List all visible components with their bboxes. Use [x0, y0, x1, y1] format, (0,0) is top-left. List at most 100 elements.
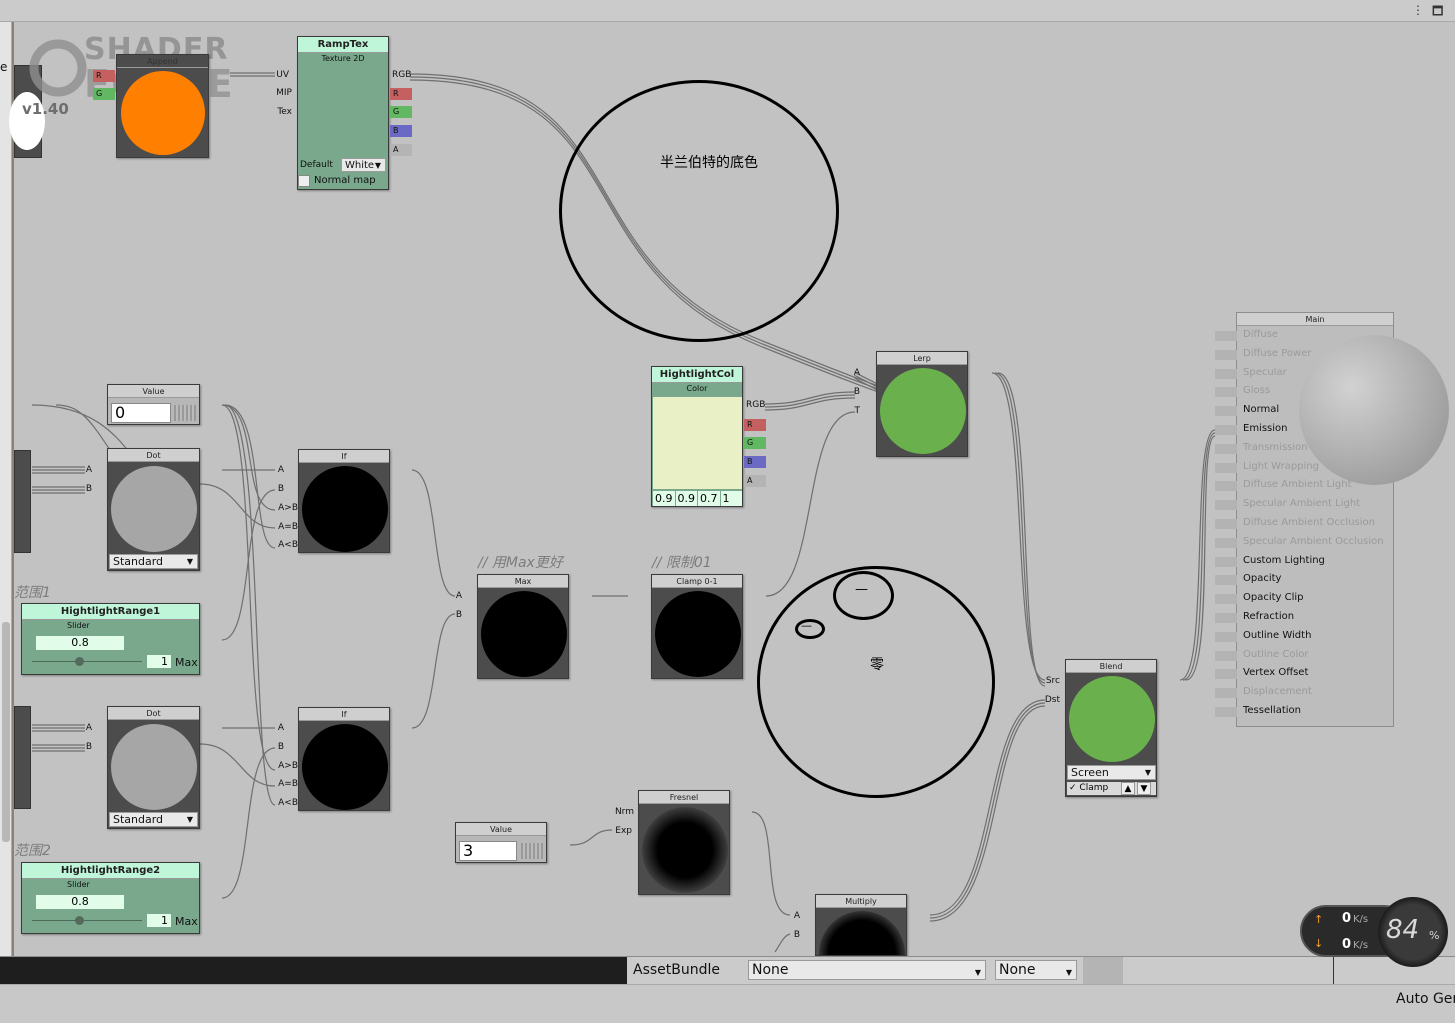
drag-handle-icon[interactable]	[174, 405, 196, 421]
main-input-port[interactable]	[1215, 462, 1237, 473]
slider-value-field[interactable]: 0.8	[36, 895, 124, 909]
main-input-label[interactable]: Diffuse	[1243, 329, 1278, 340]
main-input-label[interactable]: Diffuse Ambient Light	[1243, 479, 1352, 490]
main-input-port[interactable]	[1215, 349, 1237, 360]
main-input-port[interactable]	[1215, 331, 1237, 341]
slider-track[interactable]	[32, 661, 142, 662]
port-b[interactable]: B	[262, 484, 284, 494]
main-input-label[interactable]: Tessellation	[1243, 705, 1301, 716]
port-a[interactable]: A	[70, 465, 92, 475]
main-input-label[interactable]: Displacement	[1243, 686, 1312, 697]
port-mip[interactable]: MIP	[270, 88, 292, 98]
port-a-out[interactable]: A	[390, 144, 412, 156]
node-fresnel[interactable]: Fresnel	[638, 790, 730, 895]
node-value-1[interactable]: Value 0	[107, 384, 200, 425]
port-b[interactable]: B	[778, 930, 800, 940]
default-dropdown[interactable]: White ▼	[341, 158, 386, 172]
main-input-port[interactable]	[1215, 443, 1237, 454]
slider-track[interactable]	[32, 920, 142, 921]
node-range-1[interactable]: HightlightRange1 Slider 0.8 1 Max	[21, 603, 200, 675]
port-a[interactable]: A	[262, 465, 284, 475]
slider-thumb[interactable]	[75, 916, 84, 925]
main-input-port[interactable]	[1215, 650, 1237, 661]
port-rgb[interactable]: RGB	[746, 400, 765, 410]
port-a[interactable]: A	[262, 723, 284, 733]
slider-max-field[interactable]: 1	[147, 914, 171, 927]
node-clamp[interactable]: Clamp 0-1	[651, 574, 743, 679]
slider-thumb[interactable]	[75, 657, 84, 666]
node-if-2[interactable]: If	[298, 707, 390, 811]
port-a-out[interactable]: A	[744, 475, 766, 487]
main-input-port[interactable]	[1215, 406, 1237, 417]
port-a[interactable]: A	[440, 591, 462, 601]
main-input-label[interactable]: Vertex Offset	[1243, 667, 1308, 678]
main-input-label[interactable]: Specular	[1243, 367, 1287, 378]
main-input-label[interactable]: Refraction	[1243, 611, 1294, 622]
node-max[interactable]: Max	[477, 574, 569, 679]
port-a-gt-b[interactable]: A>B	[276, 761, 298, 771]
port-r[interactable]: R	[93, 70, 115, 82]
port-b[interactable]: B	[70, 742, 92, 752]
port-t[interactable]: T	[838, 406, 861, 416]
main-input-port[interactable]	[1215, 594, 1237, 605]
port-exp[interactable]: Exp	[610, 826, 632, 836]
port-a-lt-b[interactable]: A<B	[276, 540, 298, 550]
port-a-eq-b[interactable]: A=B	[276, 779, 298, 789]
main-input-label[interactable]: Opacity Clip	[1243, 592, 1304, 603]
main-input-port[interactable]	[1215, 688, 1237, 699]
port-rgb[interactable]: RGB	[392, 70, 411, 80]
port-a-eq-b[interactable]: A=B	[276, 522, 298, 532]
main-input-label[interactable]: Diffuse Ambient Occlusion	[1243, 517, 1375, 528]
port-b[interactable]: B	[262, 742, 284, 752]
main-input-port[interactable]	[1215, 631, 1237, 642]
main-input-port[interactable]	[1215, 575, 1237, 586]
value-input[interactable]: 3	[459, 841, 517, 861]
port-a-lt-b[interactable]: A<B	[276, 798, 298, 808]
value-input[interactable]: 0	[111, 403, 171, 423]
port-b-out[interactable]: B	[390, 125, 412, 137]
port-a-gt-b[interactable]: A>B	[276, 503, 298, 513]
main-input-port[interactable]	[1215, 387, 1237, 398]
port-src[interactable]: Src	[1038, 676, 1060, 686]
main-input-port[interactable]	[1215, 556, 1237, 567]
port-b-out[interactable]: B	[744, 456, 766, 468]
node-multiply[interactable]: Multiply	[815, 894, 907, 956]
arrow-up-icon[interactable]: ▲	[1121, 782, 1135, 795]
color-r-field[interactable]: 0.9	[653, 491, 675, 506]
port-a[interactable]: A	[838, 368, 860, 378]
port-dst[interactable]: Dst	[1038, 695, 1060, 705]
port-g-out[interactable]: G	[390, 106, 412, 118]
main-input-label[interactable]: Specular Ambient Light	[1243, 498, 1360, 509]
port-tex[interactable]: Tex	[270, 107, 292, 117]
assetbundle-dropdown[interactable]: None ▼	[748, 960, 986, 980]
main-input-label[interactable]: Custom Lighting	[1243, 555, 1325, 566]
blend-mode-dropdown[interactable]: Screen ▼	[1067, 765, 1156, 780]
port-uv[interactable]: UV	[267, 70, 289, 80]
node-lerp[interactable]: Lerp	[876, 351, 968, 457]
arrow-down-icon[interactable]: ▼	[1137, 782, 1151, 795]
slider-value-field[interactable]: 0.8	[36, 636, 124, 650]
main-input-label[interactable]: Opacity	[1243, 573, 1281, 584]
main-input-port[interactable]	[1215, 368, 1237, 379]
port-r-out[interactable]: R	[744, 419, 766, 431]
node-append[interactable]: Append	[116, 54, 209, 158]
node-dot-1[interactable]: Dot Standard ▼	[107, 448, 200, 571]
variant-dropdown[interactable]: None ▼	[995, 960, 1077, 980]
auto-generate-label[interactable]: Auto Ger	[1396, 991, 1455, 1007]
main-input-port[interactable]	[1215, 537, 1237, 548]
main-input-label[interactable]: Light Wrapping	[1243, 461, 1319, 472]
dot-mode-dropdown[interactable]: Standard ▼	[109, 812, 198, 827]
port-b[interactable]: B	[838, 387, 860, 397]
node-if-1[interactable]: If	[298, 449, 390, 553]
main-input-port[interactable]	[1215, 425, 1237, 435]
port-g-out[interactable]: G	[744, 437, 766, 449]
node-hightlightcol[interactable]: HightlightCol Color 0.9 0.9 0.7 1	[651, 366, 743, 507]
node-dot-2[interactable]: Dot Standard ▼	[107, 706, 200, 829]
port-b[interactable]: B	[440, 610, 462, 620]
main-input-port[interactable]	[1215, 707, 1237, 717]
port-r-out[interactable]: R	[390, 88, 412, 100]
normal-map-checkbox[interactable]	[298, 175, 310, 187]
node-main[interactable]: Main Diffuse Diffuse Power Specular Gloss No…	[1215, 312, 1449, 727]
main-input-label[interactable]: Gloss	[1243, 385, 1270, 396]
port-g[interactable]: G	[93, 88, 115, 100]
